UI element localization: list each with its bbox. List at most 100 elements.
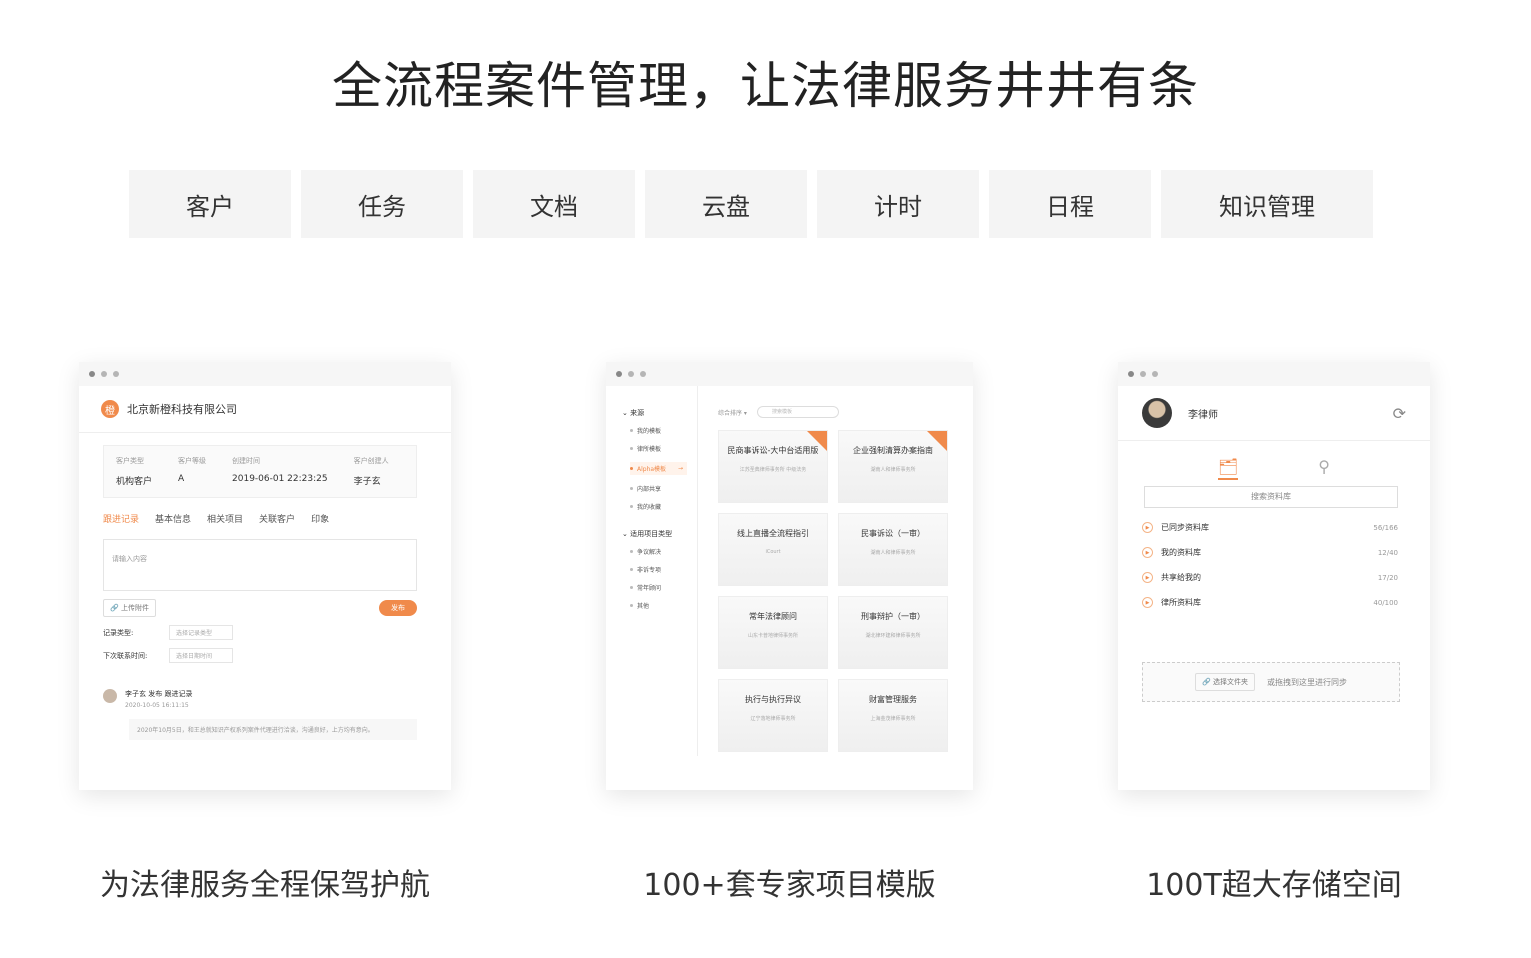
sidebar-group-source: ⌄ 来源	[622, 409, 645, 417]
tab-follow-up[interactable]: 跟进记录	[103, 512, 139, 525]
sidebar-item-internal-share[interactable]: 内部共享	[630, 484, 697, 493]
log-author: 李子玄	[125, 690, 146, 698]
refresh-icon[interactable]: ⟳	[1393, 404, 1406, 423]
storage-header: 李律师 ⟳	[1118, 386, 1430, 441]
play-icon: ▶	[1142, 547, 1153, 558]
sidebar-item-counsel[interactable]: 常年顾问	[630, 583, 697, 592]
company-logo: 橙	[101, 400, 119, 418]
caption-templates: 100+套专家项目模版	[643, 868, 936, 903]
window-dot	[640, 371, 646, 377]
storage-preview: 李律师 ⟳ 🗂 ⚲ 搜索资料库 ▶ 已同步资料库 56/166 ▶ 我的资料库 12/4…	[1118, 362, 1430, 790]
sidebar-item-my-templates[interactable]: 我的模板	[630, 426, 697, 435]
sidebar-group-project-type: ⌄ 适用项目类型	[622, 530, 673, 538]
tab-timing[interactable]: 计时	[817, 170, 979, 238]
upload-attachment-button[interactable]: 🔗 上传附件	[103, 599, 156, 617]
sidebar-item-favorites[interactable]: 我的收藏	[630, 502, 697, 511]
customer-preview: 橙 北京新橙科技有限公司 客户类型机构客户 客户等级 A 创建时间 2019-06-…	[79, 362, 451, 790]
search-icon[interactable]: ⚲	[1318, 457, 1330, 480]
feature-tabs: 客户 任务 文档 云盘 计时 日程 知识管理	[129, 170, 1373, 238]
choose-folder-button[interactable]: 🔗 选择文件夹	[1195, 673, 1255, 691]
window-bar	[1118, 362, 1430, 386]
window-dot	[1152, 371, 1158, 377]
tab-cloud-disk[interactable]: 云盘	[645, 170, 807, 238]
window-dot	[628, 371, 634, 377]
link-icon: 🔗	[110, 604, 119, 612]
library-item[interactable]: ▶ 共享给我的 17/20	[1142, 572, 1398, 583]
play-icon: ▶	[1142, 522, 1153, 533]
template-card[interactable]: 民事诉讼（一审） 湖南人和律师事务所	[838, 513, 948, 586]
tab-basic-info[interactable]: 基本信息	[155, 512, 191, 525]
window-dot	[1140, 371, 1146, 377]
tab-impression[interactable]: 印象	[311, 512, 329, 525]
library-item[interactable]: ▶ 我的资料库 12/40	[1142, 547, 1398, 558]
drop-zone[interactable]: 🔗 选择文件夹 或拖拽到这里进行同步	[1142, 662, 1400, 702]
tab-customer[interactable]: 客户	[129, 170, 291, 238]
field-label: 客户等级	[178, 457, 207, 465]
tab-document[interactable]: 文档	[473, 170, 635, 238]
tab-schedule[interactable]: 日程	[989, 170, 1151, 238]
log-text: 2020年10月5日，和王总就知识产权系列案件代理进行洽谈，沟通良好，上方均有意…	[129, 719, 417, 740]
company-name: 北京新橙科技有限公司	[127, 403, 237, 416]
action-row: 🔗 上传附件 发布	[103, 599, 417, 617]
tab-knowledge[interactable]: 知识管理	[1161, 170, 1373, 238]
publish-button[interactable]: 发布	[379, 600, 417, 616]
window-dot	[113, 371, 119, 377]
link-icon: 🔗	[1202, 678, 1211, 686]
field-label: 客户创建人	[353, 457, 389, 465]
template-card[interactable]: 刑事辩护（一审） 湖北律环建和律师事务所	[838, 596, 948, 669]
field-label: 客户类型	[116, 457, 144, 465]
field-label: 创建时间	[232, 457, 261, 465]
window-bar	[606, 362, 973, 386]
window-dot	[89, 371, 95, 377]
follow-up-input[interactable]: 请输入内容	[103, 539, 417, 591]
tab-related-projects[interactable]: 相关项目	[207, 512, 243, 525]
library-item[interactable]: ▶ 律所资料库 40/100	[1142, 597, 1398, 608]
library-search-input[interactable]: 搜索资料库	[1144, 486, 1398, 508]
sidebar-item-firm-templates[interactable]: 律所模板	[630, 444, 697, 453]
follow-up-log: 李子玄 发布 跟进记录 2020-10-05 16:11:15	[103, 689, 427, 709]
template-preview: ⌄ 来源 我的模板 律所模板 Alpha模板 → 内部共享 我的收藏 ⌄ 适用项目…	[606, 362, 973, 790]
sidebar-item-alpha-templates[interactable]: Alpha模板 →	[630, 462, 687, 475]
template-card[interactable]: 财富管理服务 上海金茂律师事务所	[838, 679, 948, 752]
upload-label: 上传附件	[120, 604, 149, 612]
template-card[interactable]: 民商事诉讼-大中台适用版 江苏圣典律师事务所 中级法务	[718, 430, 828, 503]
tab-linked-customers[interactable]: 关联客户	[259, 512, 295, 525]
template-card[interactable]: 线上直播全流程指引 iCourt	[718, 513, 828, 586]
sidebar-item-non-litigation[interactable]: 非诉专项	[630, 565, 697, 574]
user-name: 李律师	[1188, 409, 1218, 421]
log-action: 发布 跟进记录	[148, 690, 193, 698]
next-time-select[interactable]: 选择日期时间	[169, 648, 233, 663]
record-type-label: 记录类型:	[103, 628, 134, 637]
caption-storage: 100T超大存储空间	[1146, 868, 1402, 903]
template-card[interactable]: 执行与执行异议 辽宁落地律师事务所	[718, 679, 828, 752]
sidebar-item-other[interactable]: 其他	[630, 601, 697, 610]
next-time-label: 下次联系时间:	[103, 651, 148, 660]
drop-hint: 或拖拽到这里进行同步	[1266, 677, 1347, 687]
customer-header: 橙 北京新橙科技有限公司	[79, 386, 451, 433]
window-bar	[79, 362, 451, 386]
window-dot	[1128, 371, 1134, 377]
play-icon: ▶	[1142, 572, 1153, 583]
record-type-field: 记录类型: 选择记录类型	[103, 625, 427, 640]
library-icon[interactable]: 🗂	[1217, 457, 1239, 480]
template-search-input[interactable]: 搜索模板	[756, 406, 839, 418]
window-dot	[616, 371, 622, 377]
sort-dropdown[interactable]: 综合排序 ▾	[718, 408, 747, 417]
sidebar-item-dispute[interactable]: 争议解决	[630, 547, 697, 556]
caption-full-service: 为法律服务全程保驾护航	[100, 868, 430, 903]
template-card[interactable]: 常年法律顾问 山东卡普地律师事务所	[718, 596, 828, 669]
library-item[interactable]: ▶ 已同步资料库 56/166	[1142, 522, 1398, 533]
field-value: A	[178, 474, 185, 484]
customer-info-card: 客户类型机构客户 客户等级 A 创建时间 2019-06-01 22:23:25 客…	[103, 445, 417, 498]
tab-task[interactable]: 任务	[301, 170, 463, 238]
template-grid: 民商事诉讼-大中台适用版 江苏圣典律师事务所 中级法务 企业强制清算办案指南 湖南人…	[718, 430, 973, 752]
record-type-select[interactable]: 选择记录类型	[169, 625, 233, 640]
field-value: 机构客户	[116, 477, 153, 487]
log-time: 2020-10-05 16:11:15	[125, 702, 189, 709]
window-dot	[101, 371, 107, 377]
play-icon: ▶	[1142, 597, 1153, 608]
input-placeholder: 请输入内容	[112, 555, 147, 563]
field-value: 2019-06-01 22:23:25	[232, 474, 328, 484]
page-headline: 全流程案件管理，让法律服务井井有条	[332, 57, 1199, 115]
template-card[interactable]: 企业强制清算办案指南 湖南人和律师事务所	[838, 430, 948, 503]
